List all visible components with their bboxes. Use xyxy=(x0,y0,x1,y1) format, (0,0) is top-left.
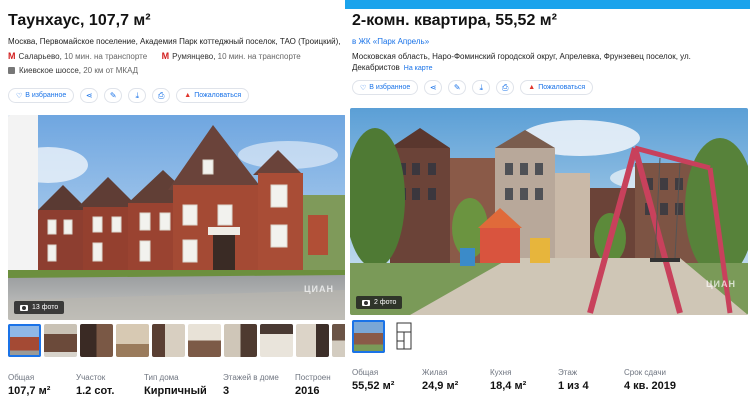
param-house-type: Тип дома Кирпичный xyxy=(144,373,207,397)
print-icon: ⎙ xyxy=(502,82,509,92)
main-photo xyxy=(350,108,748,315)
pencil-icon: ✎ xyxy=(109,91,117,100)
param-living-area: Жилая 24,9 м² xyxy=(422,368,459,392)
thumbnail-strip xyxy=(352,320,421,353)
share-icon: ⋖ xyxy=(85,91,93,100)
listing-title: 2-комн. квартира, 55,52 м² xyxy=(352,12,557,29)
thumbnail[interactable] xyxy=(224,324,257,357)
print-button[interactable]: ⎙ xyxy=(152,88,171,103)
photo-count-badge: 2 фото xyxy=(356,296,403,309)
download-button[interactable]: ⤓ xyxy=(128,88,147,103)
param-area: Общая 107,7 м² xyxy=(8,373,51,397)
main-photo xyxy=(8,115,345,320)
param-built: Построен 2016 xyxy=(295,373,331,397)
listing-townhouse: Таунхаус, 107,7 м² Москва, Первомайское … xyxy=(0,0,345,400)
favorite-button[interactable]: ♡ В избранное xyxy=(352,80,419,95)
report-button[interactable]: ▲ Пожаловаться xyxy=(176,88,250,103)
edit-button[interactable]: ✎ xyxy=(448,80,467,95)
param-plot: Участок 1.2 сот. xyxy=(76,373,115,397)
warning-icon: ▲ xyxy=(184,92,192,99)
param-floor: Этаж 1 из 4 xyxy=(558,368,589,392)
thumbnail[interactable] xyxy=(116,324,149,357)
highway-name: Киевское шоссе, xyxy=(19,66,81,75)
share-button[interactable]: ⋖ xyxy=(424,80,443,95)
share-icon: ⋖ xyxy=(429,83,437,92)
listing-address: Москва, Первомайское поселение, Академия… xyxy=(8,37,341,46)
edit-button[interactable]: ✎ xyxy=(104,88,123,103)
thumbnail-strip xyxy=(8,324,345,357)
photo-count-badge: 13 фото xyxy=(14,301,65,314)
highway-icon xyxy=(8,67,15,74)
listing-apartment: 2-комн. квартира, 55,52 м² в ЖК «Парк Ап… xyxy=(350,0,750,400)
thumbnail[interactable] xyxy=(8,324,41,357)
download-icon: ⤓ xyxy=(479,82,484,92)
share-button[interactable]: ⋖ xyxy=(80,88,99,103)
param-floors: Этажей в доме 3 xyxy=(223,373,279,397)
parameters-row: Общая 107,7 м² Участок 1.2 сот. Тип дома Ки… xyxy=(8,373,345,397)
print-button[interactable]: ⎙ xyxy=(496,80,515,95)
listing-address: Московская область, Наро-Фоминский город… xyxy=(352,52,691,61)
thumbnail[interactable] xyxy=(296,324,329,357)
metro-station: Саларьево xyxy=(18,52,60,61)
action-bar: ♡ В избранное ⋖ ✎ ⤓ ⎙ ▲ Пожаловаться xyxy=(8,88,250,103)
metro-icon: M xyxy=(8,51,16,61)
thumbnail[interactable] xyxy=(260,324,293,357)
parameters-row: Общая 55,52 м² Жилая 24,9 м² Кухня 18,4 м² … xyxy=(352,368,694,392)
thumbnail[interactable] xyxy=(80,324,113,357)
watermark-logo: ЦИАН xyxy=(705,279,736,289)
metro-time: 10 мин. на транспорте xyxy=(64,52,148,61)
action-bar: ♡ В избранное ⋖ ✎ ⤓ ⎙ ▲ Пожаловаться xyxy=(352,80,594,95)
watermark-logo: ЦИАН xyxy=(303,284,334,294)
camera-icon xyxy=(362,299,370,306)
warning-icon: ▲ xyxy=(528,84,536,91)
print-icon: ⎙ xyxy=(158,90,165,100)
map-link[interactable]: На карте xyxy=(404,65,433,72)
thumbnail[interactable] xyxy=(332,324,345,357)
param-total-area: Общая 55,52 м² xyxy=(352,368,395,392)
heart-icon: ♡ xyxy=(16,92,23,100)
metro-list: M Саларьево, 10 мин. на транспорте M Румян… xyxy=(8,51,301,61)
thumbnail[interactable] xyxy=(152,324,185,357)
pencil-icon: ✎ xyxy=(453,83,461,92)
floorplan-thumbnail[interactable] xyxy=(388,320,421,353)
highway-distance: 20 км от МКАД xyxy=(83,66,139,75)
listing-title: Таунхаус, 107,7 м² xyxy=(8,12,151,29)
heart-icon: ♡ xyxy=(360,84,367,92)
thumbnail[interactable] xyxy=(44,324,77,357)
download-button[interactable]: ⤓ xyxy=(472,80,491,95)
thumbnail[interactable] xyxy=(188,324,221,357)
metro-station: Румянцево xyxy=(172,52,214,61)
photo-gallery[interactable]: 2 фото ЦИАН xyxy=(350,108,748,315)
metro-item[interactable]: M Румянцево, 10 мин. на транспорте xyxy=(161,51,301,61)
highway-info: Киевское шоссе, 20 км от МКАД xyxy=(8,66,138,75)
thumbnail[interactable] xyxy=(352,320,385,353)
report-button[interactable]: ▲ Пожаловаться xyxy=(520,80,594,95)
param-kitchen: Кухня 18,4 м² xyxy=(490,368,527,392)
metro-time: 10 мин. на транспорте xyxy=(217,52,301,61)
metro-item[interactable]: M Саларьево, 10 мин. на транспорте xyxy=(8,51,148,61)
camera-icon xyxy=(20,304,28,311)
complex-link[interactable]: в ЖК «Парк Апрель» xyxy=(352,36,429,47)
download-icon: ⤓ xyxy=(135,90,140,100)
favorite-button[interactable]: ♡ В избранное xyxy=(8,88,75,103)
photo-gallery[interactable]: 13 фото ЦИАН xyxy=(8,115,345,320)
param-completion: Срок сдачи 4 кв. 2019 xyxy=(624,368,677,392)
metro-icon: M xyxy=(161,51,170,61)
listing-address-line2: Декабристов На карте xyxy=(352,63,433,72)
